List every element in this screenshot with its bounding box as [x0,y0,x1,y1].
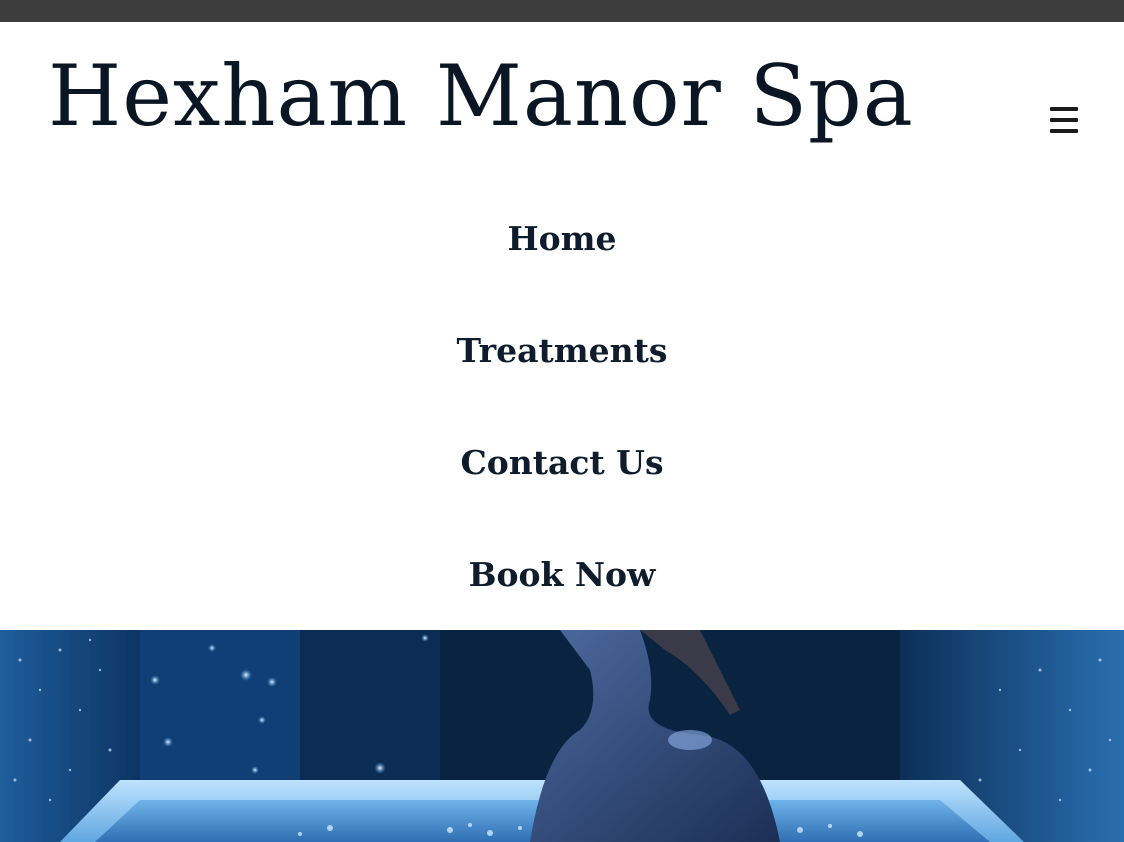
spa-hot-tub-photo [0,630,1124,842]
hamburger-menu-icon-bar [1050,118,1078,122]
hero-image [0,630,1124,842]
nav-item-book-now[interactable]: Book Now [0,518,1124,630]
hamburger-menu-icon-bar [1050,129,1078,133]
nav-item-home[interactable]: Home [0,182,1124,294]
nav-item-treatments[interactable]: Treatments [0,294,1124,406]
nav-item-contact-us[interactable]: Contact Us [0,406,1124,518]
site-title[interactable]: Hexham Manor Spa [48,48,914,144]
site-header: Hexham Manor Spa [0,22,1124,172]
main-navigation: Home Treatments Contact Us Book Now [0,182,1124,630]
hamburger-menu-icon-bar [1050,107,1078,111]
top-bar [0,0,1124,22]
hamburger-menu-button[interactable] [1046,102,1082,138]
